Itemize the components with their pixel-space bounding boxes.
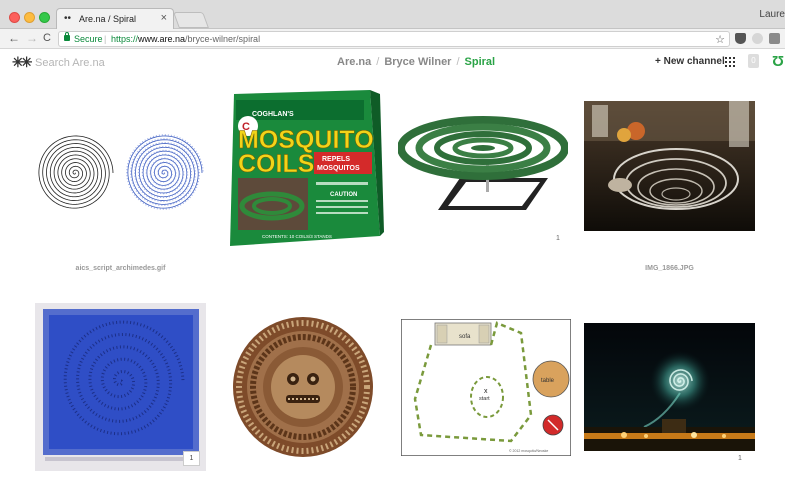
floor-plan-start-mark: x — [484, 388, 488, 395]
window-maximize-button[interactable] — [39, 12, 50, 23]
green-coil-image — [397, 116, 569, 210]
block-archimedes-spirals[interactable] — [33, 118, 208, 228]
reload-icon[interactable]: C — [43, 31, 51, 45]
breadcrumb-channel[interactable]: Spiral — [465, 56, 496, 68]
night-spiral-image — [584, 323, 755, 451]
pocket-extension-icon[interactable] — [735, 33, 746, 44]
url-host: www.are.na — [138, 34, 186, 44]
browser-titlebar: •• Are.na / Spiral × Laure — [0, 0, 785, 30]
floor-plan-table: table — [541, 378, 555, 384]
floor-plan-sofa: sofa — [459, 334, 471, 340]
blue-textile-image — [35, 303, 206, 471]
block-blue-textile[interactable]: 1 — [35, 303, 206, 471]
browser-profile-name[interactable]: Laure — [759, 9, 785, 20]
forward-arrow-icon[interactable]: → — [26, 31, 38, 45]
secure-label: Secure — [74, 34, 103, 44]
block-night-spiral-photo[interactable] — [584, 323, 755, 451]
browser-toolbar: ← → C Secure | https://www.are.na/bryce-… — [0, 29, 785, 49]
block-green-coil[interactable] — [397, 106, 569, 216]
url-separator: | — [104, 34, 107, 44]
window-close-button[interactable] — [9, 12, 20, 23]
connection-count: 1 — [738, 455, 742, 462]
window-minimize-button[interactable] — [24, 12, 35, 23]
breadcrumb-separator: / — [456, 56, 460, 68]
url-scheme: https:// — [111, 34, 139, 44]
search-input[interactable] — [35, 55, 185, 71]
carved-plate-image — [218, 305, 388, 470]
new-channel-button[interactable]: + New channel — [655, 56, 725, 67]
mosquito-banner-2: MOSQUITOS — [317, 165, 360, 172]
site-header: ✳✳ Are.na / Bryce Wilner / Spiral + New chan… — [0, 49, 785, 77]
block-carved-plate[interactable] — [218, 305, 388, 470]
tab-title: Are.na / Spiral — [79, 14, 137, 24]
connection-count: 1 — [556, 235, 560, 242]
circle-extension-icon[interactable] — [752, 33, 763, 44]
user-avatar-icon[interactable]: Ʊ — [772, 53, 784, 70]
block-floor-plan[interactable]: sofa table x start © 2012 mosquito/Neosk… — [400, 318, 572, 457]
back-arrow-icon[interactable]: ← — [8, 31, 20, 45]
mosquito-banner-1: REPELS — [322, 156, 350, 163]
grid-view-icon[interactable] — [725, 57, 735, 67]
notification-count-badge[interactable]: 0 — [748, 54, 759, 68]
lock-icon — [64, 32, 70, 41]
browser-tab-active[interactable]: •• Are.na / Spiral × — [56, 8, 174, 30]
url-text[interactable]: https://www.are.na/bryce-wilner/spiral — [111, 34, 260, 44]
block-mosquito-box[interactable]: C COGHLAN'S MOSQUITO COILS REPELS MOSQUI… — [222, 86, 387, 251]
bookmark-star-icon[interactable]: ☆ — [715, 33, 725, 46]
spiral-image — [38, 134, 204, 210]
box-extension-icon[interactable] — [769, 33, 780, 44]
tab-close-icon[interactable]: × — [161, 12, 167, 24]
floor-plan-credit: © 2012 mosquito/Neoske — [509, 449, 548, 453]
floor-plan-image: sofa table x start © 2012 mosquito/Neosk… — [400, 318, 572, 457]
block-caption: IMG_1866.JPG — [645, 265, 694, 272]
connection-count-badge: 1 — [183, 451, 200, 466]
block-spiral-bowl-photo[interactable] — [584, 101, 755, 231]
extension-icons: ⋮ — [735, 33, 785, 44]
mosquito-box-image: C COGHLAN'S MOSQUITO COILS REPELS MOSQUI… — [230, 90, 384, 246]
breadcrumb-separator: / — [376, 56, 380, 68]
mosquito-contents: CONTENTS: 10 COILS/3 STANDS — [262, 234, 332, 239]
breadcrumb-arena[interactable]: Are.na — [337, 56, 371, 68]
breadcrumb: Are.na / Bryce Wilner / Spiral — [337, 56, 495, 68]
mosquito-caution: CAUTION — [330, 192, 357, 198]
mosquito-title-2: COILS — [238, 150, 314, 178]
new-tab-button[interactable] — [173, 12, 209, 28]
floor-plan-start: start — [479, 396, 490, 402]
block-caption: aics_script_archimedes.gif — [75, 265, 166, 272]
breadcrumb-user[interactable]: Bryce Wilner — [384, 56, 451, 68]
arena-logo-icon[interactable]: ✳✳ — [12, 54, 33, 71]
spiral-bowl-image — [584, 101, 755, 231]
address-bar[interactable]: Secure | https://www.are.na/bryce-wilner… — [58, 31, 730, 47]
url-path: /bryce-wilner/spiral — [185, 34, 261, 44]
mosquito-brand: COGHLAN'S — [252, 111, 294, 118]
arena-favicon-icon: •• — [64, 13, 72, 24]
